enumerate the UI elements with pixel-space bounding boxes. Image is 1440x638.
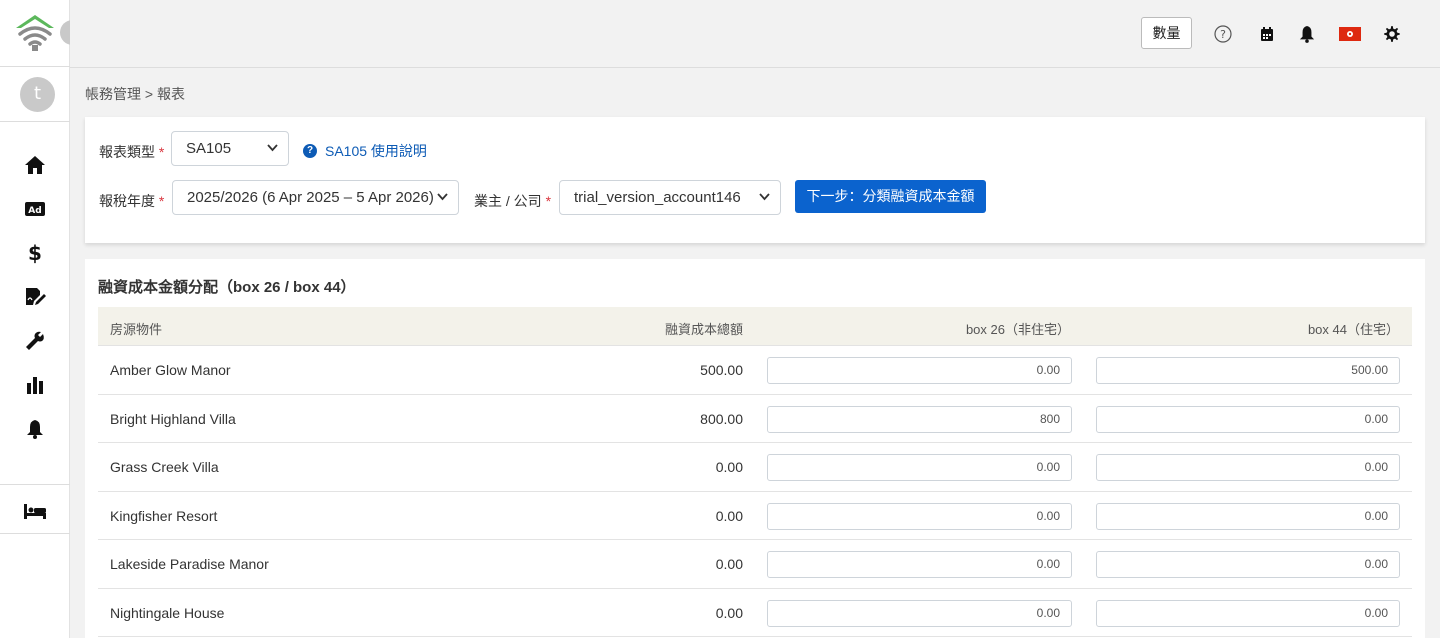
finance-cost-total: 0.00 bbox=[715, 556, 743, 572]
box44-input[interactable]: 0.00 bbox=[1096, 551, 1400, 578]
sidebar-divider bbox=[0, 533, 70, 534]
next-step-button[interactable]: 下一步：分類融資成本金額 bbox=[795, 180, 986, 213]
box26-input[interactable]: 0.00 bbox=[767, 502, 1072, 530]
dollar-icon[interactable]: $ bbox=[22, 242, 48, 264]
calendar-icon[interactable] bbox=[1257, 24, 1277, 44]
box26-input[interactable]: 0.00 bbox=[767, 551, 1072, 578]
app-logo-icon[interactable] bbox=[14, 12, 56, 52]
svg-text:?: ? bbox=[1220, 28, 1226, 41]
column-header-total: 融資成本總額 bbox=[664, 322, 743, 337]
finance-cost-total: 0.00 bbox=[715, 459, 743, 475]
column-header-box44: box 44（住宅） bbox=[1307, 322, 1399, 337]
bar-chart-icon[interactable] bbox=[22, 374, 48, 396]
finance-cost-total: 0.00 bbox=[715, 507, 743, 524]
property-name: Bright Highland Villa bbox=[110, 410, 236, 427]
svg-text:$: $ bbox=[28, 242, 42, 264]
bell-icon[interactable] bbox=[22, 418, 48, 440]
top-bar: 數量 ? bbox=[70, 0, 1440, 68]
table-row: Kingfisher Resort 0.00 0.00 0.00 bbox=[98, 492, 1412, 540]
report-filter-panel: 報表類型 * SA105 ? SA105 使用說明 報稅年度 * 2025/20… bbox=[85, 117, 1425, 243]
wrench-icon[interactable] bbox=[22, 330, 48, 352]
table-row: Grass Creek Villa 0.00 0.00 0.00 bbox=[98, 443, 1412, 492]
quantity-button[interactable]: 數量 bbox=[1141, 17, 1192, 49]
table-header: 房源物件 融資成本總額 box 26（非住宅） box 44（住宅） bbox=[98, 307, 1412, 346]
owner-select[interactable]: trial_version_account146 bbox=[559, 180, 781, 215]
report-type-label: 報表類型 * bbox=[99, 144, 165, 160]
box44-input[interactable]: 0.00 bbox=[1096, 405, 1400, 433]
table-row: Amber Glow Manor 500.00 0.00 500.00 bbox=[98, 346, 1412, 395]
sidebar-divider bbox=[0, 66, 70, 67]
chevron-down-icon bbox=[759, 193, 770, 201]
breadcrumb: 帳務管理 > 報表 bbox=[85, 86, 185, 102]
signature-icon[interactable] bbox=[22, 286, 48, 308]
report-type-select[interactable]: SA105 bbox=[171, 131, 289, 166]
box26-input[interactable]: 0.00 bbox=[767, 599, 1072, 627]
home-icon[interactable] bbox=[22, 154, 48, 176]
property-name: Nightingale House bbox=[110, 604, 225, 621]
property-name: Amber Glow Manor bbox=[110, 362, 231, 378]
finance-cost-total: 0.00 bbox=[715, 604, 743, 621]
table-row: Nightingale House 0.00 0.00 0.00 bbox=[98, 589, 1412, 637]
box44-input[interactable]: 0.00 bbox=[1096, 599, 1400, 627]
sidebar-divider bbox=[0, 121, 70, 122]
finance-cost-total: 800.00 bbox=[700, 410, 743, 427]
bell-icon[interactable] bbox=[1297, 24, 1317, 44]
finance-cost-total: 500.00 bbox=[700, 362, 743, 378]
column-header-box26: box 26（非住宅） bbox=[965, 322, 1070, 337]
tax-year-select[interactable]: 2025/2026 (6 Apr 2025 – 5 Apr 2026) bbox=[172, 180, 459, 215]
svg-text:Ad: Ad bbox=[28, 206, 41, 216]
hong-kong-flag-icon[interactable] bbox=[1338, 24, 1362, 44]
property-name: Kingfisher Resort bbox=[110, 507, 218, 524]
sa105-help-link[interactable]: ? SA105 使用說明 bbox=[303, 141, 427, 161]
box44-input[interactable]: 0.00 bbox=[1096, 454, 1400, 481]
section-title: 融資成本金額分配（box 26 / box 44） bbox=[98, 279, 356, 296]
avatar[interactable]: t bbox=[20, 77, 55, 112]
box26-input[interactable]: 800 bbox=[767, 405, 1072, 433]
question-icon: ? bbox=[303, 144, 317, 158]
allocation-table: 房源物件 融資成本總額 box 26（非住宅） box 44（住宅） Amber… bbox=[98, 307, 1412, 637]
chevron-down-icon bbox=[267, 144, 278, 152]
finance-cost-allocation-panel: 融資成本金額分配（box 26 / box 44） 房源物件 融資成本總額 bo… bbox=[85, 259, 1425, 638]
box26-input[interactable]: 0.00 bbox=[767, 454, 1072, 481]
gear-icon[interactable] bbox=[1382, 24, 1402, 44]
sidebar: t Ad $ bbox=[0, 0, 70, 638]
property-name: Lakeside Paradise Manor bbox=[110, 556, 269, 572]
bed-icon[interactable] bbox=[22, 500, 48, 522]
owner-label: 業主 / 公司 * bbox=[474, 193, 552, 209]
sidebar-divider bbox=[0, 484, 70, 485]
box44-input[interactable]: 500.00 bbox=[1096, 357, 1400, 384]
table-row: Bright Highland Villa 800.00 800 0.00 bbox=[98, 395, 1412, 443]
box44-input[interactable]: 0.00 bbox=[1096, 502, 1400, 530]
help-icon[interactable]: ? bbox=[1213, 24, 1233, 44]
column-header-property: 房源物件 bbox=[110, 322, 163, 337]
chevron-down-icon bbox=[437, 193, 448, 201]
ad-icon[interactable]: Ad bbox=[22, 198, 48, 220]
table-row: Lakeside Paradise Manor 0.00 0.00 0.00 bbox=[98, 540, 1412, 589]
property-name: Grass Creek Villa bbox=[110, 459, 219, 475]
box26-input[interactable]: 0.00 bbox=[767, 357, 1072, 384]
tax-year-label: 報稅年度 * bbox=[99, 193, 165, 209]
